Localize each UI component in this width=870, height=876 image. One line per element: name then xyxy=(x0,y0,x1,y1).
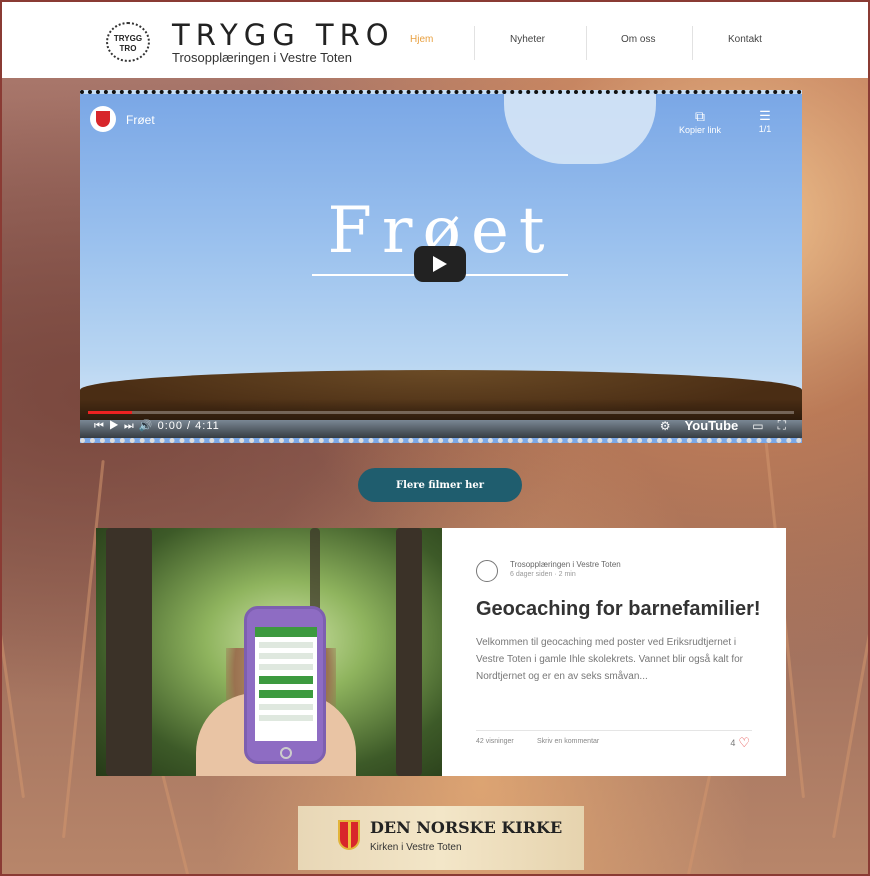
copy-icon: ⧉ xyxy=(695,108,705,124)
progress-fill xyxy=(88,411,132,414)
play-small-icon[interactable]: ▶ xyxy=(109,420,120,432)
skip-next-icon[interactable]: ⏭ xyxy=(124,420,135,432)
post-body: Trosopplæringen i Vestre Toten 6 dager s… xyxy=(442,528,786,776)
playlist-count: 1/1 xyxy=(758,124,772,134)
logo-emblem[interactable]: TRYGG TRO xyxy=(106,22,150,62)
settings-icon[interactable]: ⚙ xyxy=(660,419,671,433)
post-author[interactable]: Trosopplæringen i Vestre Toten xyxy=(510,560,621,569)
time-display: 0:00 / 4:11 xyxy=(157,420,220,432)
video-player[interactable]: Frøet ⧉ Kopier link ☰ 1/1 Frøet ⏮ ▶ ⏭ 🔊 … xyxy=(80,90,802,443)
playback-controls: ⏮ ▶ ⏭ 🔊 0:00 / 4:11 xyxy=(94,419,220,433)
logo-line2: TRO xyxy=(119,44,137,53)
cloud-graphic xyxy=(504,94,656,164)
page-frame: TRYGG TRO TRYGG TRO Trosopplæringen i Ve… xyxy=(0,0,870,876)
volume-icon[interactable]: 🔊 xyxy=(139,420,154,432)
post-image[interactable] xyxy=(96,528,442,776)
player-options: ⚙ YouTube ▭ ⛶ xyxy=(660,418,786,433)
tree-trunk xyxy=(396,528,422,776)
logo-line1: TRYGG xyxy=(113,34,143,43)
post-title[interactable]: Geocaching for barnefamilier! xyxy=(476,598,761,621)
fullscreen-icon[interactable]: ⛶ xyxy=(778,418,786,433)
heart-icon: ♡ xyxy=(738,735,750,750)
like-count: 4 xyxy=(730,738,736,748)
progress-bar[interactable] xyxy=(88,411,794,414)
more-films-button[interactable]: Flere filmer her xyxy=(358,468,522,502)
post-excerpt: Velkommen til geocaching med poster ved … xyxy=(476,637,743,682)
post-divider xyxy=(476,730,752,731)
youtube-logo[interactable]: YouTube xyxy=(685,418,739,433)
playlist-icon: ☰ xyxy=(759,108,771,123)
video-title[interactable]: Frøet xyxy=(126,113,155,127)
tree-trunk xyxy=(106,528,152,776)
nav-divider xyxy=(474,26,475,60)
site-header: TRYGG TRO TRYGG TRO Trosopplæringen i Ve… xyxy=(4,4,868,78)
channel-avatar[interactable] xyxy=(90,106,116,132)
video-controls: ⏮ ▶ ⏭ 🔊 0:00 / 4:11 ⚙ YouTube ▭ ⛶ xyxy=(80,399,802,438)
copy-link-button[interactable]: ⧉ Kopier link xyxy=(670,108,730,135)
brand-title[interactable]: TRYGG TRO xyxy=(172,18,395,52)
nav-divider xyxy=(692,26,693,60)
nav-home[interactable]: Hjem xyxy=(410,34,433,45)
phone-screen xyxy=(255,627,317,741)
church-shield-icon xyxy=(338,820,360,850)
cast-icon[interactable]: ▭ xyxy=(752,419,763,433)
church-subtitle: Kirken i Vestre Toten xyxy=(370,842,462,853)
post-meta: 6 dager siden · 2 min xyxy=(510,571,576,578)
playlist-button[interactable]: ☰ 1/1 xyxy=(750,108,780,134)
skip-back-icon[interactable]: ⏮ xyxy=(94,420,105,432)
nav-contact[interactable]: Kontakt xyxy=(728,34,762,45)
author-avatar-icon[interactable] xyxy=(476,560,498,582)
church-banner[interactable]: DEN NORSKE KIRKE Kirken i Vestre Toten xyxy=(298,806,584,870)
like-button[interactable]: 4 ♡ xyxy=(730,735,750,751)
nav-divider xyxy=(586,26,587,60)
nav-news[interactable]: Nyheter xyxy=(510,34,545,45)
copy-link-label: Kopier link xyxy=(678,125,722,135)
phone-graphic xyxy=(244,606,326,764)
blog-post-card[interactable]: Trosopplæringen i Vestre Toten 6 dager s… xyxy=(96,528,786,776)
post-views: 42 visninger xyxy=(476,738,514,745)
write-comment-link[interactable]: Skriv en kommentar xyxy=(537,738,599,745)
phone-home-button xyxy=(280,747,292,759)
church-name: DEN NORSKE KIRKE xyxy=(370,818,563,837)
play-button[interactable] xyxy=(414,246,466,282)
brand-subtitle: Trosopplæringen i Vestre Toten xyxy=(172,50,352,65)
play-icon xyxy=(433,256,447,272)
nav-about[interactable]: Om oss xyxy=(621,34,655,45)
